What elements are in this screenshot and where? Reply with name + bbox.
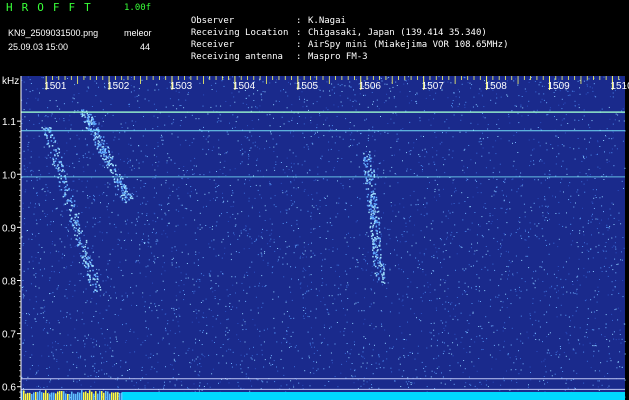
x-tick-label: 1501 [44, 81, 67, 92]
bottom-signal-band [122, 392, 625, 400]
y-tick-label: 0.9 [2, 223, 16, 234]
y-tick-label: 0.8 [2, 276, 16, 287]
x-tick-label: 1504 [233, 81, 256, 92]
y-tick-label: 1.0 [2, 170, 16, 181]
x-tick-label: 1508 [485, 81, 508, 92]
y-tick-label: 0.6 [2, 383, 16, 394]
x-tick-label: 1502 [107, 81, 130, 92]
x-tick-label: 1503 [170, 81, 193, 92]
x-tick-label: 1510 [610, 81, 629, 92]
x-tick-label: 1505 [296, 81, 319, 92]
plot-background [21, 76, 625, 400]
y-axis: kHz 1.1 1.0 0.9 0.8 0.7 0.6 [2, 76, 22, 400]
spectrogram-chart: 1501 1502 1503 1504 1505 1506 1507 1508 1509 1510… [2, 76, 629, 400]
y-axis-label: kHz [2, 76, 19, 87]
x-tick-label: 1509 [548, 81, 571, 92]
x-tick-label: 1507 [422, 81, 445, 92]
y-tick-label: 0.7 [2, 330, 16, 341]
y-tick-label: 1.1 [2, 117, 16, 128]
x-tick-label: 1506 [359, 81, 382, 92]
